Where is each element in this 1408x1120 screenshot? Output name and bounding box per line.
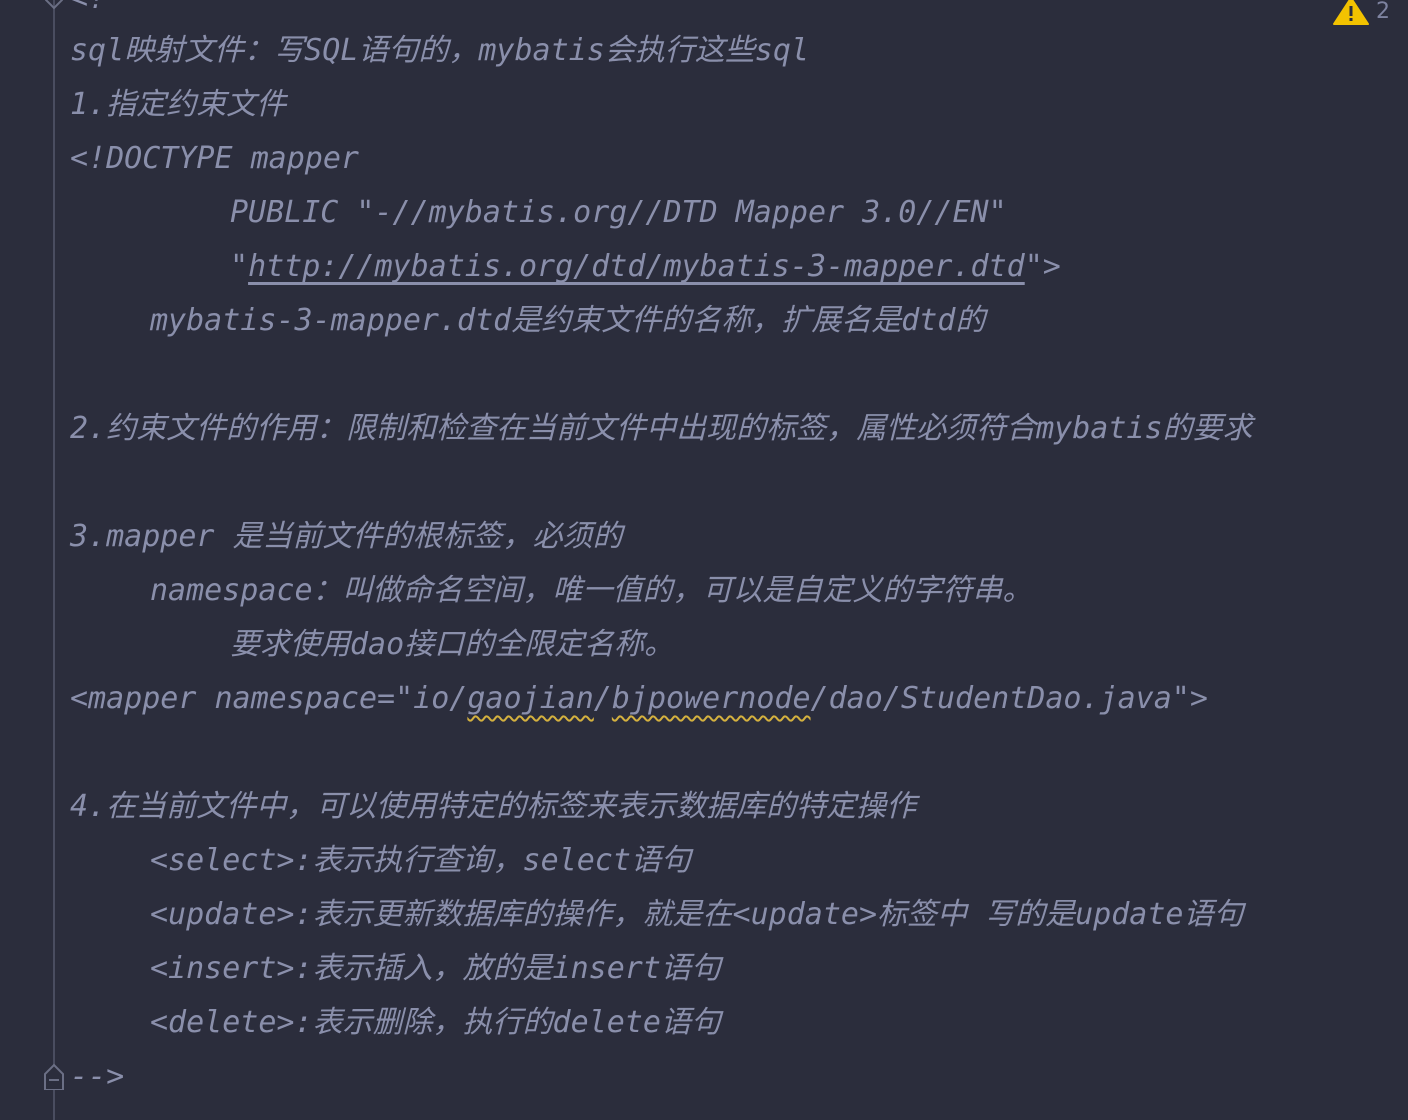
code-line: 3.mapper 是当前文件的根标签，必须的	[70, 519, 623, 554]
code-line: <insert>:表示插入，放的是insert语句	[150, 951, 721, 986]
inspection-widget[interactable]: 2	[1332, 0, 1390, 26]
quote-text: "	[230, 249, 249, 284]
code-line: <update>:表示更新数据库的操作，就是在<update>标签中 写的是up…	[150, 897, 1244, 932]
code-line: "http://mybatis.org/dtd/mybatis-3-mapper…	[230, 240, 1061, 294]
code-line: mybatis-3-mapper.dtd是约束文件的名称，扩展名是dtd的	[150, 303, 986, 338]
fold-end-icon[interactable]	[42, 1062, 66, 1090]
code-line: namespace：叫做命名空间，唯一值的，可以是自定义的字符串。	[150, 573, 1033, 608]
code-line: 1.指定约束文件	[70, 87, 287, 122]
typo-warning-text[interactable]: bjpowernode	[612, 681, 811, 716]
code-line: 4.在当前文件中，可以使用特定的标签来表示数据库的特定操作	[70, 789, 917, 824]
dtd-url-link[interactable]: http://mybatis.org/dtd/mybatis-3-mapper.…	[248, 249, 1025, 284]
typo-warning-text[interactable]: gaojian	[467, 681, 593, 716]
warning-count: 2	[1376, 0, 1390, 24]
mapper-tag-text: <mapper namespace="io/	[70, 681, 468, 716]
warning-triangle-icon[interactable]	[1332, 0, 1370, 26]
code-line: -->	[70, 1059, 125, 1094]
code-line: sql映射文件：写SQL语句的，mybatis会执行这些sql	[70, 33, 809, 68]
code-line: <!DOCTYPE mapper	[70, 141, 359, 176]
namespace-tail-text: /dao/StudentDao.java">	[810, 681, 1208, 716]
fold-collapse-icon[interactable]	[44, 0, 64, 10]
code-line: 要求使用dao接口的全限定名称。	[230, 627, 675, 662]
code-line: <delete>:表示删除，执行的delete语句	[150, 1005, 721, 1040]
fold-guide-line	[53, 0, 55, 1120]
quote-close-text: ">	[1024, 249, 1061, 284]
code-line: <select>:表示执行查询，select语句	[150, 843, 691, 878]
code-line: PUBLIC "-//mybatis.org//DTD Mapper 3.0//…	[230, 195, 1007, 230]
code-line: <mapper namespace="io/gaojian/bjpowernod…	[70, 672, 1208, 726]
code-editor[interactable]: 2 <! sql映射文件：写SQL语句的，mybatis会执行这些sql 1.指…	[0, 0, 1408, 1120]
slash-text: /	[593, 681, 612, 716]
code-line: 2.约束文件的作用：限制和检查在当前文件中出现的标签，属性必须符合mybatis…	[70, 411, 1253, 446]
code-line: <!	[70, 0, 106, 26]
